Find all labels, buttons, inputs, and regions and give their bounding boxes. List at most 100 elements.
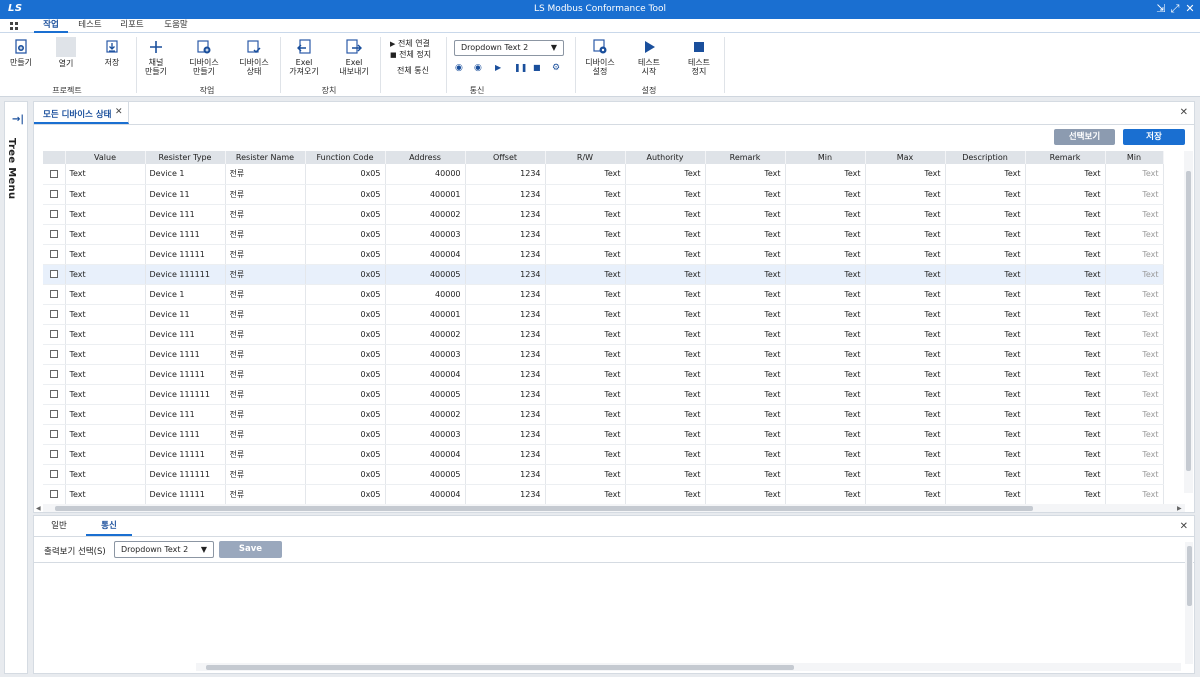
new-project-button[interactable]: 만들기 (6, 39, 36, 67)
stop-icon[interactable]: ■ (533, 63, 541, 72)
row-checkbox[interactable] (49, 169, 58, 178)
create-device-button[interactable]: 디바이스 만들기 (186, 39, 222, 76)
scroll-left-icon[interactable]: ◀ (36, 505, 41, 512)
row-checkbox[interactable] (49, 350, 58, 358)
create-channel-button[interactable]: 채널 만들기 (141, 39, 171, 76)
vertical-scrollbar[interactable] (1184, 151, 1193, 493)
row-checkbox[interactable] (49, 250, 58, 258)
vertical-scrollbar[interactable] (1185, 542, 1193, 664)
column-header-select[interactable] (43, 151, 66, 164)
excel-export-button[interactable]: Exel 내보내기 (334, 39, 374, 76)
output-dropdown[interactable]: Dropdown Text 2 ▼ (114, 541, 214, 558)
table-cell: 400001 (385, 304, 466, 325)
pause-icon[interactable]: ❚❚ (514, 63, 527, 72)
excel-import-button[interactable]: Exel 가져오기 (286, 39, 322, 76)
play-icon[interactable]: ▶ (495, 63, 501, 72)
disconnect-icon[interactable]: ◉ (474, 63, 482, 73)
row-checkbox[interactable] (49, 370, 58, 378)
row-checkbox[interactable] (49, 290, 58, 298)
close-icon[interactable]: ✕ (1183, 2, 1197, 16)
column-header[interactable]: Value (65, 151, 146, 164)
table-row[interactable]: Text Device 111111 전류 0x05 400005 1234 Text Tex… (43, 464, 1164, 485)
row-checkbox[interactable] (49, 310, 58, 318)
tree-menu-label[interactable]: Tree Menu (6, 138, 17, 199)
column-header[interactable]: R/W (545, 151, 626, 164)
row-checkbox[interactable] (49, 390, 58, 398)
close-panel-icon[interactable]: ✕ (1180, 521, 1188, 532)
scroll-thumb[interactable] (1186, 171, 1191, 471)
row-checkbox[interactable] (49, 230, 58, 238)
column-header[interactable]: Function Code (305, 151, 386, 164)
table-row[interactable]: Text Device 111111 전류 0x05 400005 1234 Text Tex… (43, 384, 1164, 405)
row-checkbox[interactable] (49, 490, 58, 498)
device-status-button[interactable]: 디바이스 상태 (236, 39, 272, 76)
table-row[interactable]: Text Device 11 전류 0x05 400001 1234 Text Text Tex… (43, 304, 1164, 325)
menu-tab-work[interactable]: 작업 (34, 19, 68, 33)
table-row[interactable]: Text Device 11111 전류 0x05 400004 1234 Text Text… (43, 364, 1164, 385)
horizontal-scrollbar[interactable] (43, 504, 1185, 512)
table-row[interactable]: Text Device 1111 전류 0x05 400003 1234 Text Text T… (43, 424, 1164, 445)
apps-grid-icon[interactable] (10, 22, 19, 31)
select-view-button[interactable]: 선택보기 (1054, 129, 1115, 145)
tab-general[interactable]: 일반 (40, 516, 78, 536)
table-row[interactable]: Text Device 1111 전류 0x05 400003 1234 Text Text T… (43, 344, 1164, 365)
tab-all-device-status[interactable]: 모든 디바이스 상태 ✕ (34, 102, 129, 124)
table-row[interactable]: Text Device 111 전류 0x05 400002 1234 Text Text Te… (43, 204, 1164, 225)
column-header[interactable]: Resister Name (225, 151, 306, 164)
scroll-right-icon[interactable]: ▶ (1177, 505, 1182, 512)
device-settings-button[interactable]: 디바이스 설정 (582, 39, 618, 76)
expand-panel-icon[interactable]: →| (12, 114, 24, 125)
table-row[interactable]: Text Device 111 전류 0x05 400002 1234 Text Text Te… (43, 324, 1164, 345)
row-checkbox[interactable] (49, 410, 58, 418)
row-checkbox[interactable] (49, 430, 58, 438)
row-checkbox[interactable] (49, 450, 58, 458)
table-row[interactable]: Text Device 11111 전류 0x05 400004 1234 Text Text… (43, 444, 1164, 465)
column-header[interactable]: Address (385, 151, 466, 164)
table-row[interactable]: Text Device 11111 전류 0x05 400004 1234 Text Text… (43, 484, 1164, 504)
table-row[interactable]: Text Device 11111 전류 0x05 400004 1234 Text Text… (43, 244, 1164, 265)
table-row[interactable]: Text Device 111 전류 0x05 400002 1234 Text Text Te… (43, 404, 1164, 425)
connect-icon[interactable]: ◉ (455, 63, 463, 73)
comm-dropdown[interactable]: Dropdown Text 2 ▼ (454, 40, 564, 56)
table-row[interactable]: Text Device 11 전류 0x05 400001 1234 Text Text Tex… (43, 184, 1164, 205)
table-row[interactable]: Text Device 1 전류 0x05 40000 1234 Text Text Text T… (43, 164, 1164, 185)
row-checkbox[interactable] (49, 210, 58, 218)
row-checkbox[interactable] (49, 330, 58, 338)
close-tab-icon[interactable]: ✕ (115, 107, 123, 117)
close-panel-icon[interactable]: ✕ (1180, 107, 1188, 118)
output-save-button[interactable]: Save (219, 541, 282, 558)
column-header[interactable]: Max (865, 151, 946, 164)
table-cell: 1234 (465, 464, 546, 485)
scroll-thumb[interactable] (55, 506, 1033, 511)
test-start-button[interactable]: 테스트 시작 (634, 39, 664, 76)
open-project-button[interactable]: 열기 (50, 37, 82, 68)
table-row[interactable]: Text Device 1 전류 0x05 40000 1234 Text Text Text T… (43, 284, 1164, 305)
minimize-icon[interactable]: ⇲ (1154, 2, 1168, 16)
horizontal-scrollbar[interactable] (196, 663, 1181, 671)
gear-icon[interactable]: ⚙ (552, 63, 560, 73)
table-row[interactable]: Text Device 1111 전류 0x05 400003 1234 Text Text T… (43, 224, 1164, 245)
column-header[interactable]: Description (945, 151, 1026, 164)
tab-communication[interactable]: 통신 (86, 516, 132, 536)
menu-tab-report[interactable]: 리포트 (114, 19, 150, 33)
menu-tab-help[interactable]: 도움말 (158, 19, 194, 33)
stop-all-button[interactable]: ■ 전체 정지 (390, 49, 431, 61)
test-stop-button[interactable]: 테스트 정지 (684, 39, 714, 76)
save-button[interactable]: 저장 (1123, 129, 1185, 145)
column-header[interactable]: Remark (705, 151, 786, 164)
column-header[interactable]: Min (1105, 151, 1164, 164)
save-project-button[interactable]: 저장 (98, 39, 126, 67)
column-header[interactable]: Resister Type (145, 151, 226, 164)
row-checkbox[interactable] (49, 270, 58, 278)
column-header[interactable]: Remark (1025, 151, 1106, 164)
row-checkbox[interactable] (49, 190, 58, 198)
column-header[interactable]: Min (785, 151, 866, 164)
scroll-thumb[interactable] (1187, 546, 1192, 606)
menu-tab-test[interactable]: 테스트 (72, 19, 108, 33)
scroll-thumb[interactable] (206, 665, 794, 670)
maximize-icon[interactable]: ⤢ (1168, 2, 1182, 16)
row-checkbox[interactable] (49, 470, 58, 478)
column-header[interactable]: Offset (465, 151, 546, 164)
column-header[interactable]: Authority (625, 151, 706, 164)
table-row[interactable]: Text Device 111111 전류 0x05 400005 1234 Text Tex… (43, 264, 1164, 285)
